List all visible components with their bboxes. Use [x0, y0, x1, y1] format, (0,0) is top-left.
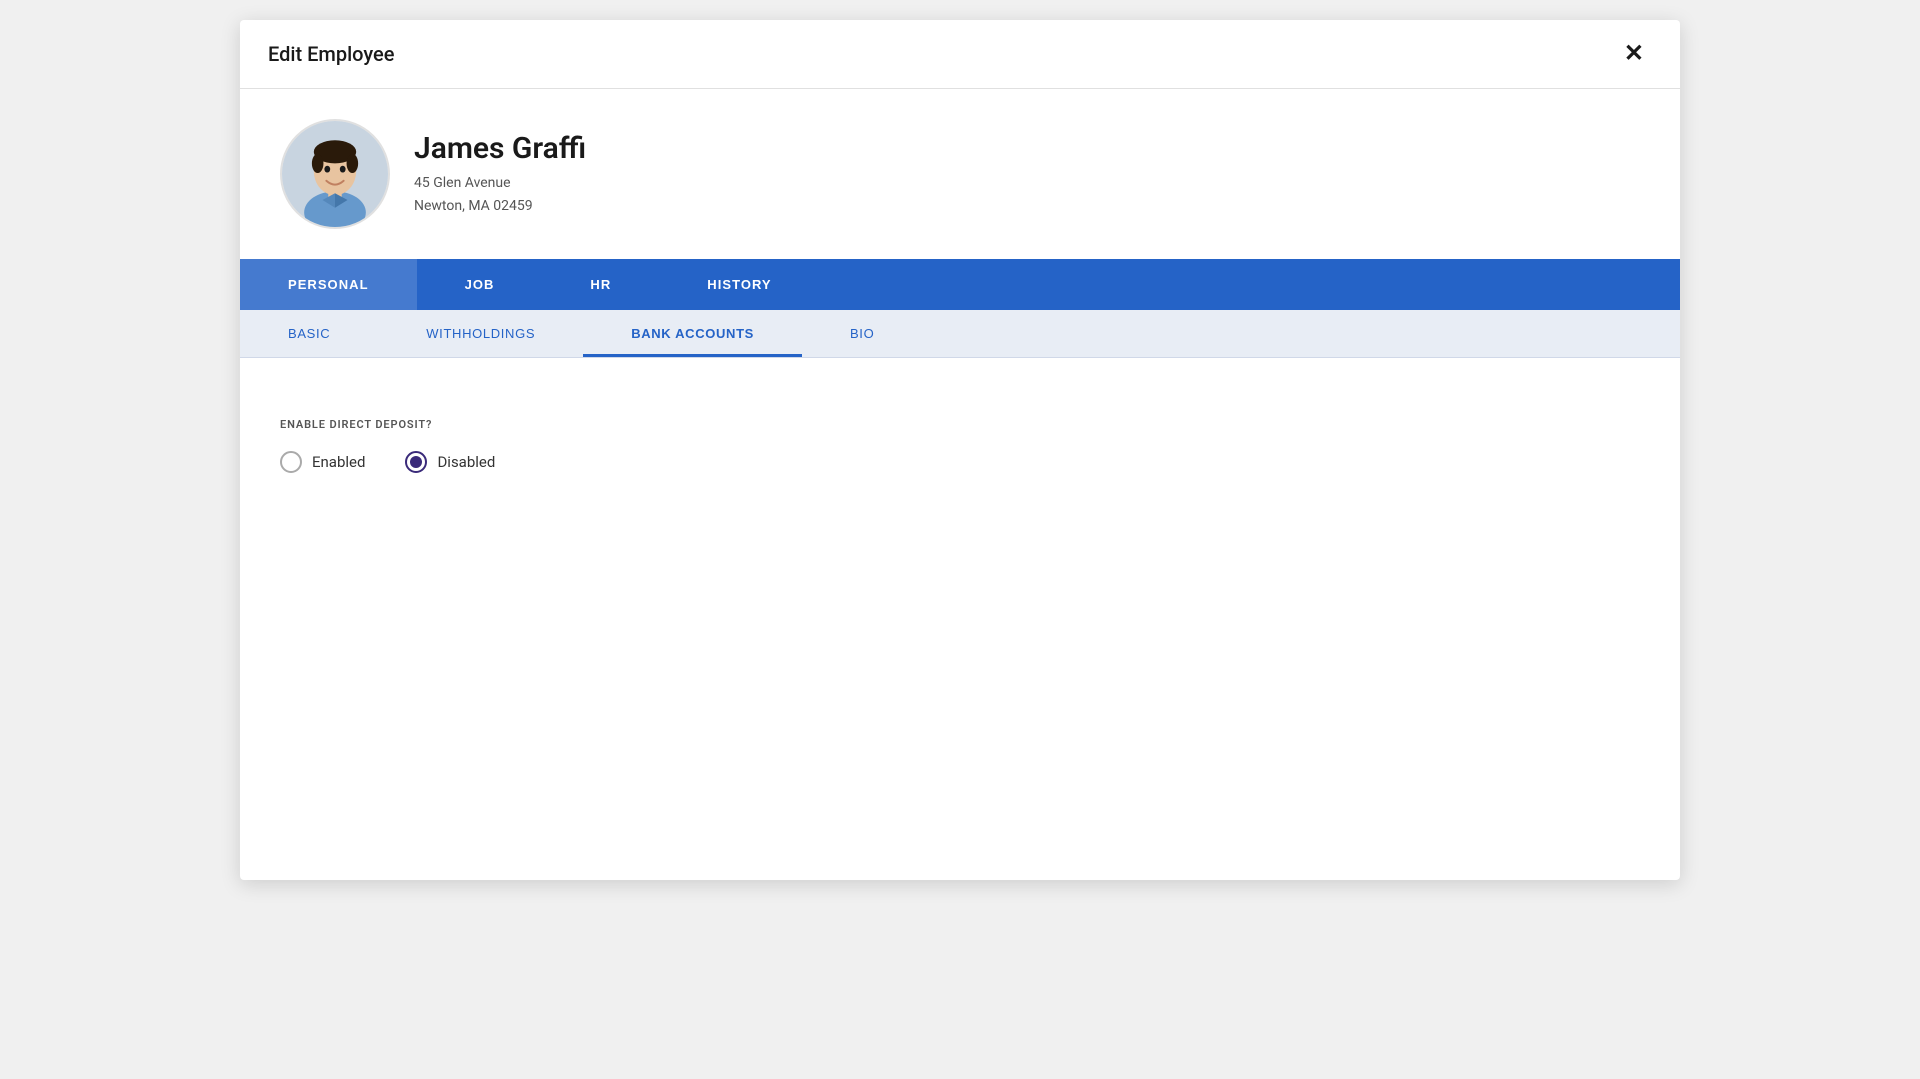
radio-enabled-option[interactable]: Enabled	[280, 451, 365, 473]
radio-enabled-button[interactable]	[280, 451, 302, 473]
address-line2: Newton, MA 02459	[414, 195, 586, 217]
tab-personal[interactable]: PERSONAL	[240, 259, 417, 310]
radio-disabled-button[interactable]	[405, 451, 427, 473]
modal-title: Edit Employee	[268, 42, 394, 66]
avatar	[280, 119, 390, 229]
direct-deposit-label: ENABLE DIRECT DEPOSIT?	[280, 418, 1640, 431]
employee-address: 45 Glen Avenue Newton, MA 02459	[414, 172, 586, 217]
direct-deposit-radio-group: Enabled Disabled	[280, 451, 1640, 473]
primary-tabs-bar: PERSONAL JOB HR HISTORY	[240, 259, 1680, 310]
radio-enabled-label: Enabled	[312, 453, 365, 471]
tab-withholdings[interactable]: WITHHOLDINGS	[378, 310, 583, 357]
tab-hr[interactable]: HR	[542, 259, 659, 310]
modal-header: Edit Employee ✕	[240, 20, 1680, 89]
tab-history[interactable]: HISTORY	[659, 259, 819, 310]
content-area: ENABLE DIRECT DEPOSIT? Enabled Disabled	[240, 358, 1680, 838]
tab-job[interactable]: JOB	[417, 259, 543, 310]
edit-employee-modal: Edit Employee ✕	[240, 20, 1680, 880]
tab-basic[interactable]: BASIC	[240, 310, 378, 357]
tab-bank-accounts[interactable]: BANK ACCOUNTS	[583, 310, 802, 357]
address-line1: 45 Glen Avenue	[414, 172, 586, 194]
close-button[interactable]: ✕	[1616, 38, 1652, 70]
radio-disabled-label: Disabled	[437, 453, 495, 471]
employee-name: James Graffi	[414, 131, 586, 166]
employee-info-section: James Graffi 45 Glen Avenue Newton, MA 0…	[240, 89, 1680, 259]
radio-disabled-option[interactable]: Disabled	[405, 451, 495, 473]
employee-details: James Graffi 45 Glen Avenue Newton, MA 0…	[414, 131, 586, 217]
secondary-tabs-bar: BASIC WITHHOLDINGS BANK ACCOUNTS BIO	[240, 310, 1680, 358]
tab-bio[interactable]: BIO	[802, 310, 922, 357]
